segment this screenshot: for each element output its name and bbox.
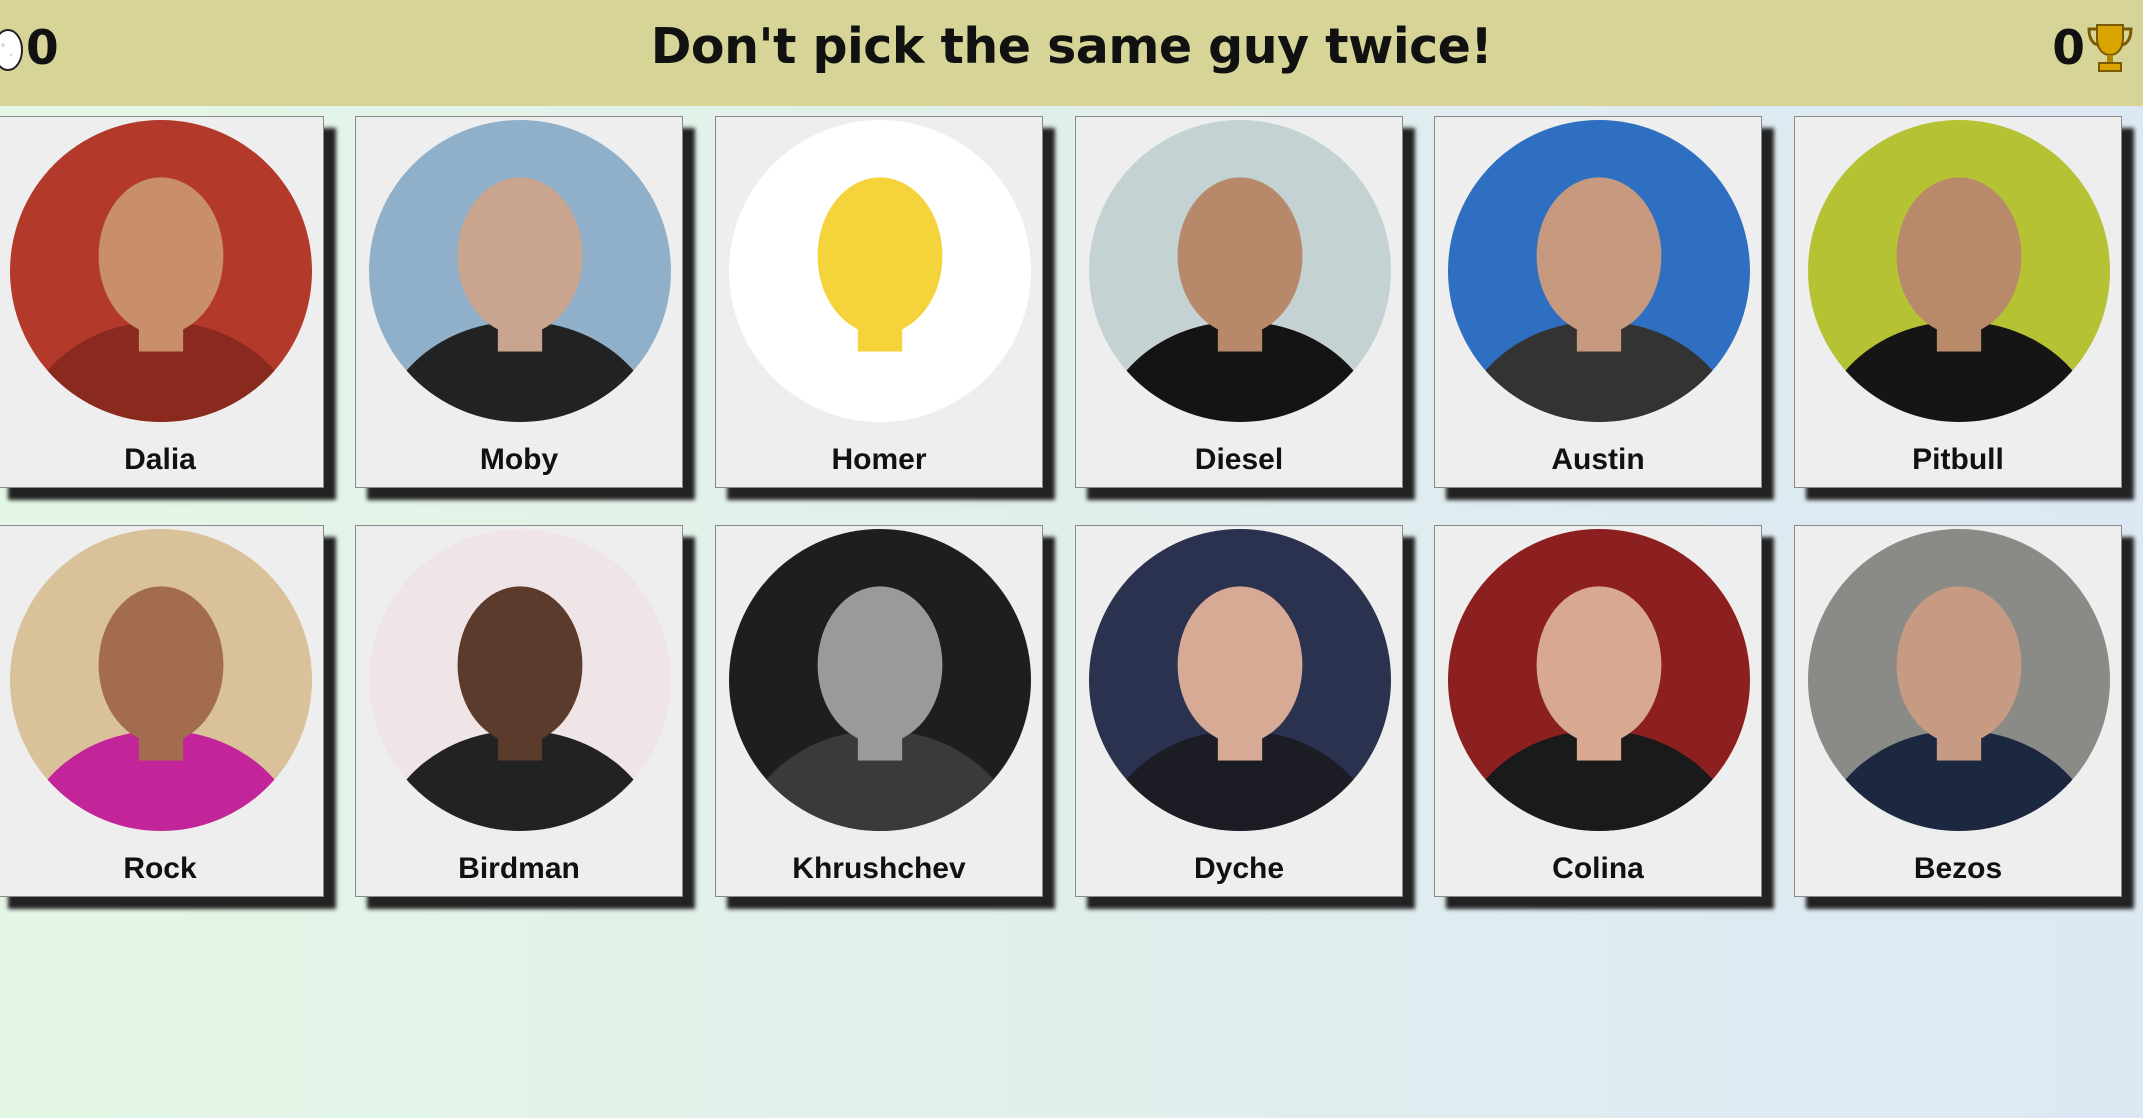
character-name: Rock: [123, 852, 197, 885]
character-card[interactable]: Colina: [1434, 525, 1762, 897]
character-name: Moby: [479, 443, 559, 476]
portrait-image: [1089, 120, 1391, 422]
character-name: Dyche: [1193, 852, 1285, 885]
character-name: Dalia: [124, 443, 196, 476]
portrait-image: [1808, 529, 2110, 831]
character-name: Bezos: [1913, 852, 2003, 885]
character-card[interactable]: Birdman: [355, 525, 683, 897]
character-card[interactable]: Dalia: [0, 116, 324, 488]
character-card[interactable]: Austin: [1434, 116, 1762, 488]
character-name: Homer: [831, 443, 927, 476]
character-name: Birdman: [458, 852, 580, 885]
character-card[interactable]: Rock: [0, 525, 324, 897]
character-name: Pitbull: [1912, 443, 2004, 476]
portrait-image: [1808, 120, 2110, 422]
character-card[interactable]: Khrushchev: [715, 525, 1043, 897]
character-name: Diesel: [1194, 443, 1284, 476]
portrait-image: [1448, 120, 1750, 422]
card-grid: Dalia Moby Homer Diesel Austin Pitbull Rock Bir…: [0, 0, 2143, 1118]
portrait-image: [729, 529, 1031, 831]
character-card[interactable]: Bezos: [1794, 525, 2122, 897]
portrait-image: [729, 120, 1031, 422]
character-card[interactable]: Moby: [355, 116, 683, 488]
portrait-image: [1089, 529, 1391, 831]
portrait-image: [10, 120, 312, 422]
portrait-image: [369, 120, 671, 422]
character-name: Colina: [1552, 852, 1644, 885]
portrait-image: [10, 529, 312, 831]
character-name: Austin: [1551, 443, 1645, 476]
portrait-image: [369, 529, 671, 831]
character-card[interactable]: Diesel: [1075, 116, 1403, 488]
character-card[interactable]: Pitbull: [1794, 116, 2122, 488]
character-card[interactable]: Homer: [715, 116, 1043, 488]
character-name: Khrushchev: [792, 852, 966, 885]
character-card[interactable]: Dyche: [1075, 525, 1403, 897]
portrait-image: [1448, 529, 1750, 831]
